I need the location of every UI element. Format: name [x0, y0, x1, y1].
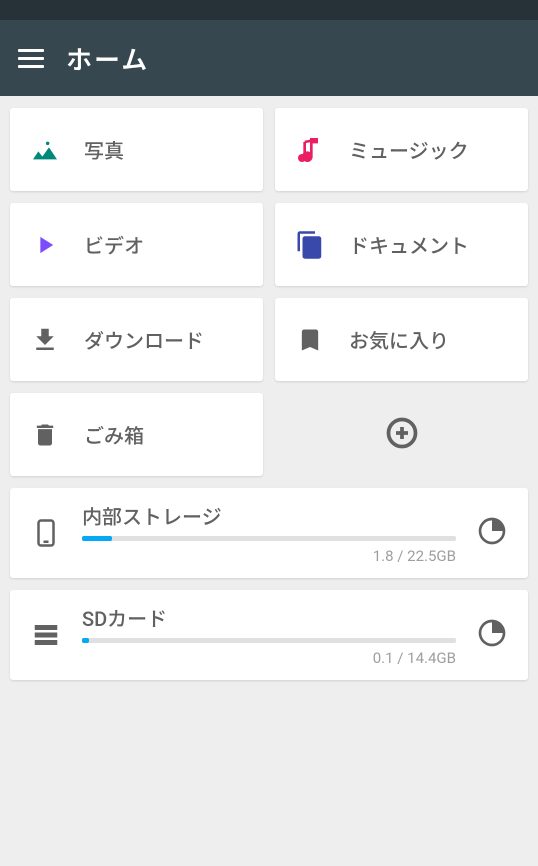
- category-grid: 写真 ミュージック ビデオ ドキュメント ダウンロード: [10, 108, 528, 476]
- storage-internal-progress: [82, 536, 456, 541]
- storage-internal-info: 内部ストレージ 1.8 / 22.5GB: [82, 501, 456, 565]
- tile-document-label: ドキュメント: [349, 230, 469, 259]
- tile-photo[interactable]: 写真: [10, 108, 263, 191]
- menu-icon[interactable]: [18, 49, 44, 68]
- storage-drive-icon: [30, 619, 62, 651]
- plus-circle-icon: [384, 415, 420, 455]
- storage-internal[interactable]: 内部ストレージ 1.8 / 22.5GB: [10, 488, 528, 578]
- download-icon: [28, 323, 62, 357]
- storage-sdcard-usage: 0.1 / 14.4GB: [82, 649, 456, 667]
- status-bar: [0, 0, 538, 20]
- storage-sdcard[interactable]: SDカード 0.1 / 14.4GB: [10, 590, 528, 680]
- tile-music-label: ミュージック: [349, 135, 469, 164]
- pie-chart-icon[interactable]: [476, 617, 508, 653]
- phone-icon: [30, 517, 62, 549]
- tile-download[interactable]: ダウンロード: [10, 298, 263, 381]
- tile-add[interactable]: [275, 393, 528, 476]
- storage-sdcard-info: SDカード 0.1 / 14.4GB: [82, 603, 456, 667]
- video-icon: [28, 228, 62, 262]
- storage-sdcard-label: SDカード: [82, 603, 456, 632]
- tile-photo-label: 写真: [84, 135, 124, 164]
- tile-document[interactable]: ドキュメント: [275, 203, 528, 286]
- document-icon: [293, 228, 327, 262]
- tile-trash[interactable]: ごみ箱: [10, 393, 263, 476]
- storage-sdcard-progress: [82, 638, 456, 643]
- tile-video[interactable]: ビデオ: [10, 203, 263, 286]
- tile-trash-label: ごみ箱: [84, 420, 144, 449]
- music-icon: [293, 133, 327, 167]
- storage-internal-usage: 1.8 / 22.5GB: [82, 547, 456, 565]
- tile-video-label: ビデオ: [84, 230, 144, 259]
- bookmark-icon: [293, 323, 327, 357]
- trash-icon: [28, 418, 62, 452]
- app-bar: ホーム: [0, 20, 538, 96]
- pie-chart-icon[interactable]: [476, 515, 508, 551]
- page-title: ホーム: [66, 40, 149, 77]
- tile-favorite-label: お気に入り: [349, 325, 449, 354]
- photo-icon: [28, 133, 62, 167]
- tile-music[interactable]: ミュージック: [275, 108, 528, 191]
- tile-favorite[interactable]: お気に入り: [275, 298, 528, 381]
- storage-list: 内部ストレージ 1.8 / 22.5GB SDカード 0.1 / 14.4GB: [10, 488, 528, 680]
- content-area: 写真 ミュージック ビデオ ドキュメント ダウンロード: [0, 96, 538, 692]
- tile-download-label: ダウンロード: [84, 325, 204, 354]
- storage-internal-label: 内部ストレージ: [82, 501, 456, 530]
